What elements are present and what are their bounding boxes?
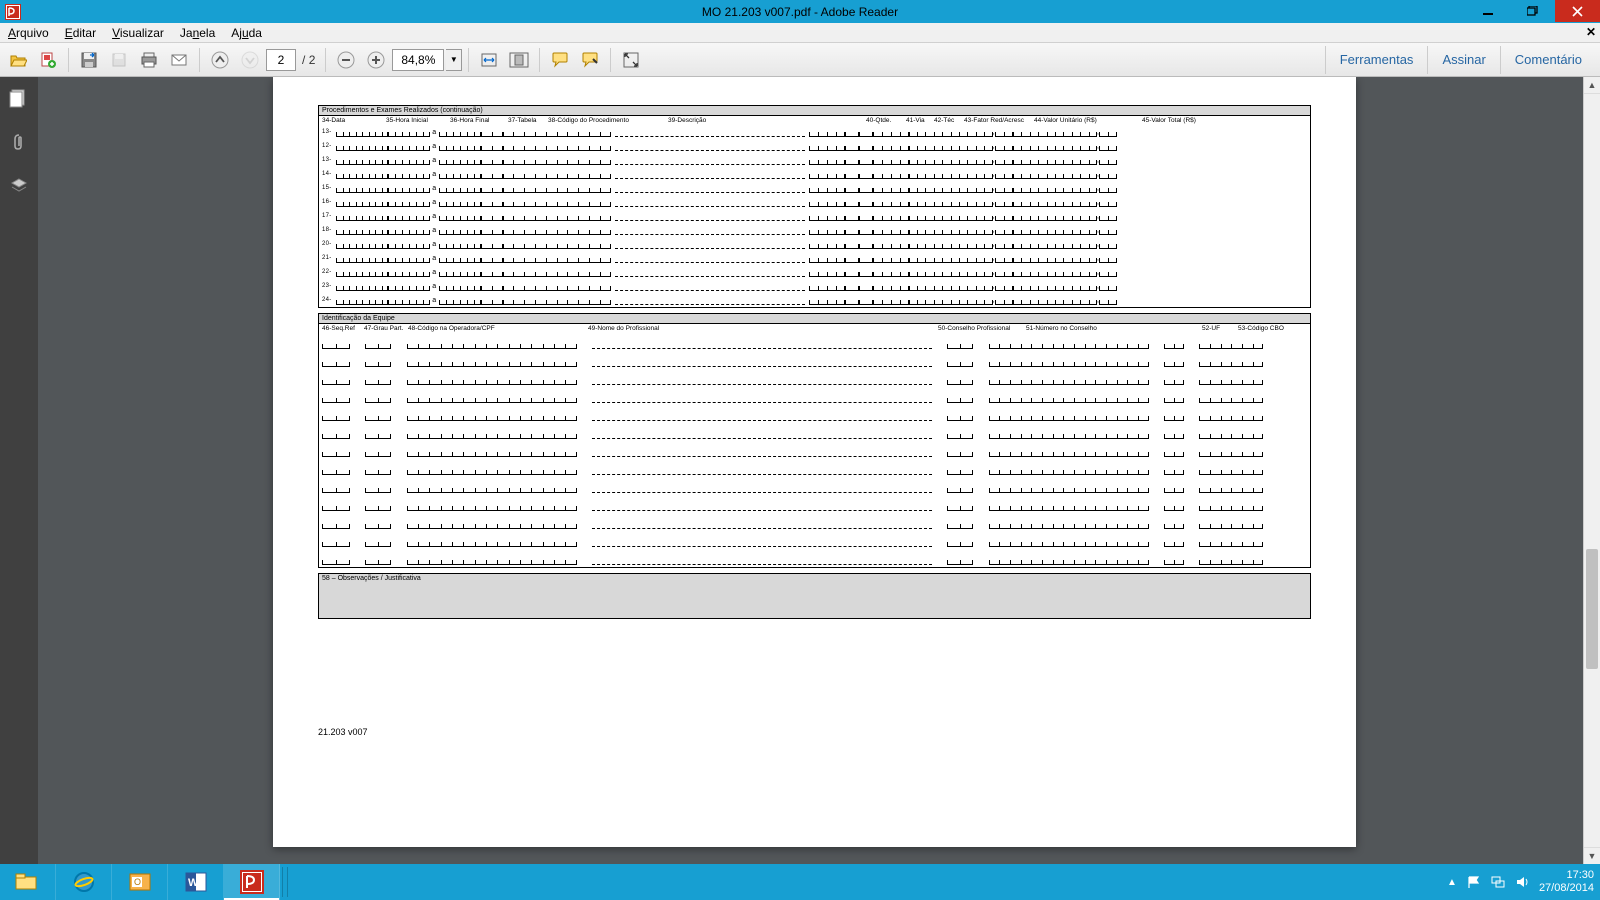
open-icon[interactable] — [4, 46, 32, 74]
section-observacoes: 58 – Observações / Justificativa — [318, 573, 1311, 619]
table-row: 12- a , , — [319, 139, 1310, 153]
table-row: 24- a , , — [319, 293, 1310, 307]
fit-page-icon[interactable] — [505, 46, 533, 74]
menu-visualizar[interactable]: Visualizar — [104, 26, 172, 40]
section2-title: Identificação da Equipe — [319, 314, 1310, 324]
scroll-up-icon[interactable]: ▲ — [1584, 77, 1600, 94]
table-row: 22- a , , — [319, 265, 1310, 279]
section3-title: 58 – Observações / Justificativa — [322, 575, 421, 582]
tray-network-icon[interactable] — [1491, 875, 1505, 889]
window-title: MO 21.203 v007.pdf - Adobe Reader — [702, 5, 898, 19]
zoom-dropdown-icon[interactable]: ▼ — [446, 49, 462, 71]
table-row — [319, 477, 1310, 495]
taskbar-explorer[interactable] — [0, 864, 56, 900]
taskbar-outlook[interactable]: O — [112, 864, 168, 900]
zoom-in-icon[interactable] — [362, 46, 390, 74]
table-row — [319, 459, 1310, 477]
page-number-input[interactable] — [266, 49, 296, 71]
taskbar-divider — [282, 867, 288, 897]
menu-editar[interactable]: Editar — [57, 26, 104, 40]
read-mode-icon[interactable] — [617, 46, 645, 74]
toolbar: / 2 ▼ Ferramentas Assinar Comentário — [0, 43, 1600, 77]
email-icon[interactable] — [165, 46, 193, 74]
vertical-scrollbar[interactable]: ▲ ▼ — [1583, 77, 1600, 864]
minimize-button[interactable] — [1465, 0, 1510, 22]
table-row — [319, 423, 1310, 441]
page-total-label: / 2 — [298, 53, 319, 67]
page-up-icon[interactable] — [206, 46, 234, 74]
table-row: 23- a , , — [319, 279, 1310, 293]
comentario-button[interactable]: Comentário — [1500, 46, 1596, 74]
create-pdf-icon[interactable] — [34, 46, 62, 74]
menu-arquivo[interactable]: Arquivo — [0, 26, 57, 40]
table-row — [319, 531, 1310, 549]
section2-columns: 46-Seq.Ref 47-Grau Part. 48-Código na Op… — [319, 324, 1310, 333]
thumbnails-icon[interactable] — [6, 85, 32, 111]
table-row — [319, 495, 1310, 513]
side-panel — [0, 77, 38, 864]
table-row — [319, 387, 1310, 405]
table-row: 14- a , , — [319, 167, 1310, 181]
taskbar-reader[interactable] — [224, 864, 280, 900]
table-row: 13- a , , — [319, 125, 1310, 139]
table-row: 17- a , , — [319, 209, 1310, 223]
save-icon[interactable] — [75, 46, 103, 74]
ferramentas-button[interactable]: Ferramentas — [1325, 46, 1428, 74]
menubar: Arquivo Editar Visualizar Janela Ajuda ✕ — [0, 23, 1600, 43]
scrollbar-thumb[interactable] — [1586, 549, 1598, 669]
taskbar-word[interactable]: W — [168, 864, 224, 900]
document-area[interactable]: Procedimentos e Exames Realizados (conti… — [38, 77, 1600, 864]
svg-text:O: O — [134, 877, 141, 887]
layers-icon[interactable] — [6, 173, 32, 199]
comment-icon[interactable] — [546, 46, 574, 74]
app-icon — [3, 2, 23, 22]
close-button[interactable] — [1555, 0, 1600, 22]
tray-clock[interactable]: 17:30 27/08/2014 — [1539, 869, 1594, 895]
tray-flag-icon[interactable] — [1467, 875, 1481, 889]
page-down-icon[interactable] — [236, 46, 264, 74]
taskbar: O W ▲ 17:30 27/08/2014 — [0, 864, 1600, 900]
section-equipe: Identificação da Equipe 46-Seq.Ref 47-Gr… — [318, 313, 1311, 568]
table-row — [319, 549, 1310, 567]
table-row — [319, 369, 1310, 387]
tray-chevron-up-icon[interactable]: ▲ — [1447, 877, 1457, 888]
section-procedimentos: Procedimentos e Exames Realizados (conti… — [318, 105, 1311, 308]
taskbar-ie[interactable] — [56, 864, 112, 900]
restore-button[interactable] — [1510, 0, 1555, 22]
table-row: 15- a , , — [319, 181, 1310, 195]
save-as-icon[interactable] — [105, 46, 133, 74]
menu-ajuda[interactable]: Ajuda — [223, 26, 270, 40]
table-row: 21- a , , — [319, 251, 1310, 265]
print-icon[interactable] — [135, 46, 163, 74]
table-row — [319, 513, 1310, 531]
table-row: 16- a , , — [319, 195, 1310, 209]
table-row — [319, 441, 1310, 459]
pdf-page: Procedimentos e Exames Realizados (conti… — [273, 77, 1356, 847]
table-row — [319, 333, 1310, 351]
menu-janela[interactable]: Janela — [172, 26, 223, 40]
tray-volume-icon[interactable] — [1515, 875, 1529, 889]
zoom-out-icon[interactable] — [332, 46, 360, 74]
svg-text:W: W — [188, 877, 199, 889]
highlight-icon[interactable] — [576, 46, 604, 74]
fit-width-icon[interactable] — [475, 46, 503, 74]
section1-title: Procedimentos e Exames Realizados (conti… — [319, 106, 1310, 116]
titlebar: MO 21.203 v007.pdf - Adobe Reader — [0, 0, 1600, 23]
zoom-input[interactable] — [392, 49, 444, 71]
section1-columns: 34-Data 35-Hora Inicial 36-Hora Final 37… — [319, 116, 1310, 125]
table-row: 20- a , , — [319, 237, 1310, 251]
table-row — [319, 351, 1310, 369]
assinar-button[interactable]: Assinar — [1427, 46, 1499, 74]
table-row: 18- a , , — [319, 223, 1310, 237]
scroll-down-icon[interactable]: ▼ — [1584, 847, 1600, 864]
page-footer: 21.203 v007 — [318, 619, 1311, 737]
table-row — [319, 405, 1310, 423]
menubar-close-icon[interactable]: ✕ — [1586, 25, 1596, 39]
attachments-icon[interactable] — [6, 129, 32, 155]
system-tray: ▲ 17:30 27/08/2014 — [1447, 864, 1594, 900]
table-row: 13- a , , — [319, 153, 1310, 167]
